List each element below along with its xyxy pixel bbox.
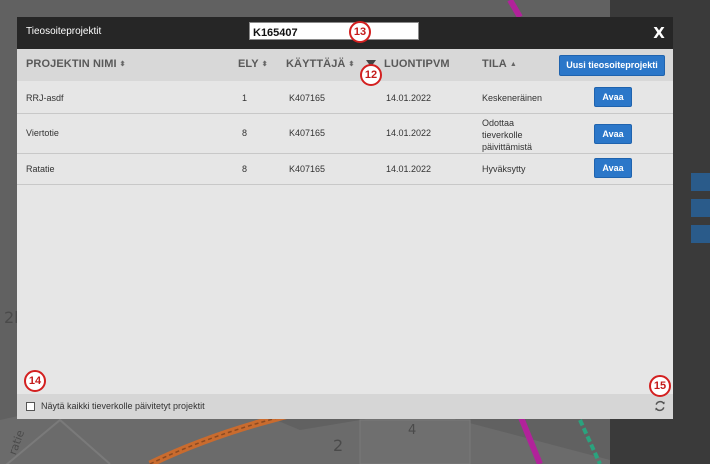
user-cell: K407165: [289, 128, 326, 138]
modal-title: Tieosoiteprojektit: [26, 26, 102, 37]
state-cell: Keskeneräinen: [482, 93, 543, 103]
callout-badge: 13: [349, 21, 371, 43]
callout-badge: 12: [360, 64, 382, 86]
table-row: Viertotie 8 K407165 14.01.2022 Odottaa t…: [17, 114, 673, 154]
column-header-project-name[interactable]: PROJEKTIN NIMI ⬍: [26, 58, 126, 70]
open-project-button[interactable]: Avaa: [594, 87, 632, 107]
open-project-button[interactable]: Avaa: [594, 158, 632, 178]
column-header-ely[interactable]: ELY ⬍: [238, 58, 268, 70]
ely-cell: 8: [242, 128, 248, 138]
map-tool-button[interactable]: [691, 225, 710, 243]
user-cell: K407165: [289, 93, 326, 103]
sort-icon: ⬍: [348, 61, 355, 68]
date-cell: 14.01.2022: [386, 128, 432, 138]
date-cell: 14.01.2022: [386, 93, 432, 103]
project-name-cell: RRJ-asdf: [26, 93, 64, 103]
map-label: 4: [408, 423, 417, 438]
callout-badge: 15: [649, 375, 671, 397]
close-button[interactable]: X: [651, 24, 667, 42]
state-cell: Hyväksytty: [482, 164, 526, 174]
state-cell: Odottaa tieverkolle päivittämistä: [482, 118, 533, 152]
map-tool-button[interactable]: [691, 199, 710, 217]
ely-cell: 1: [242, 93, 248, 103]
project-list-modal: Tieosoiteprojektit X PROJEKTIN NIMI⬍ ELY…: [17, 17, 673, 419]
sort-icon: ⬍: [119, 61, 126, 68]
search-box[interactable]: [249, 22, 419, 41]
column-header-created-date[interactable]: LUONTIPVM: [384, 58, 450, 70]
callout-badge: 14: [24, 370, 46, 392]
map-label: 2: [333, 436, 344, 455]
show-all-label[interactable]: Näytä kaikki tieverkolle päivitetyt proj…: [41, 401, 205, 411]
user-cell: K407165: [289, 164, 326, 174]
open-project-button[interactable]: Avaa: [594, 124, 632, 144]
sort-asc-icon: ▲: [509, 61, 517, 68]
date-cell: 14.01.2022: [386, 164, 432, 174]
refresh-icon[interactable]: [654, 400, 666, 412]
modal-footer: Näytä kaikki tieverkolle päivitetyt proj…: [17, 394, 673, 419]
table-row: RRJ-asdf 1 K407165 14.01.2022 Keskeneräi…: [17, 81, 673, 114]
column-header-user[interactable]: KÄYTTÄJÄ ⬍: [286, 58, 354, 70]
modal-header: Tieosoiteprojektit X: [17, 17, 673, 49]
project-name-cell: Ratatie: [26, 164, 55, 174]
search-input[interactable]: [250, 25, 418, 41]
sort-icon: ⬍: [261, 61, 268, 68]
project-name-cell: Viertotie: [26, 128, 59, 138]
ely-cell: 8: [242, 164, 248, 174]
show-all-checkbox[interactable]: [26, 402, 35, 411]
table-row: Ratatie 8 K407165 14.01.2022 Hyväksytty …: [17, 154, 673, 185]
table-header: PROJEKTIN NIMI ⬍ ELY ⬍ KÄYTTÄJÄ ⬍ LUONTIPVM…: [17, 49, 673, 81]
new-project-button[interactable]: Uusi tieosoiteprojekti: [559, 55, 665, 76]
column-header-state[interactable]: TILA ▲: [482, 58, 517, 70]
map-tool-button[interactable]: [691, 173, 710, 191]
